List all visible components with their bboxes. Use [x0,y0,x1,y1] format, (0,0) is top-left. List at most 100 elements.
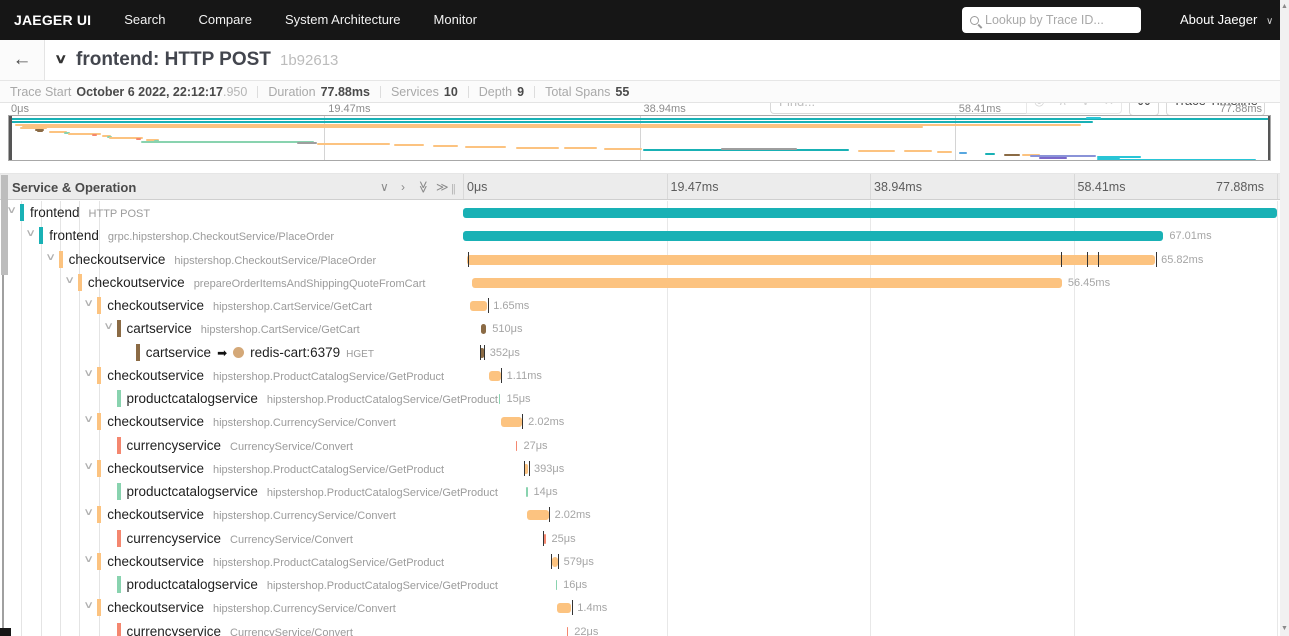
chevron-down-icon[interactable]: ∨ [64,275,75,286]
span-log-marker [528,460,530,476]
span-row[interactable]: ∨ checkoutservice hipstershop.CurrencyServ… [0,410,1280,433]
span-row[interactable]: ∨ checkoutservice hipstershop.CurrencyServ… [0,503,1280,526]
span-duration-bar[interactable] [489,370,501,381]
minimap-span [9,118,1270,120]
nav-link-compare[interactable]: Compare [198,12,251,27]
span-duration-bar[interactable] [463,208,1277,218]
span-duration-bar[interactable] [480,324,487,335]
span-row[interactable]: ∨ frontend grpc.hipstershop.CheckoutServic… [0,224,1280,247]
minimap-span [21,125,924,128]
collapse-all-icon[interactable]: ≫ [416,181,430,194]
nav-link-search[interactable]: Search [124,12,165,27]
span-duration-bar[interactable] [556,603,572,614]
service-name: productcatalogservice hipstershop.Product… [127,484,498,499]
span-duration-bar[interactable] [467,254,1156,265]
span-duration-bar[interactable] [498,394,501,404]
span-row[interactable]: ∨ checkoutservice hipstershop.CheckoutServ… [0,248,1280,271]
chevron-down-icon[interactable]: ∨ [83,298,94,309]
operation-name: hipstershop.CheckoutService/PlaceOrder [174,254,377,267]
trace-id-lookup [962,7,1141,33]
scroll-up-icon[interactable]: ▲ [1280,3,1289,10]
summary-label: Total Spans [545,84,611,99]
service-color-chip [116,436,121,454]
service-name-text: currencyservice [126,623,222,636]
trace-summary-bar: Trace Start October 6 2022, 22:12:17.950 D… [0,81,1280,103]
trace-id-lookup-input[interactable] [985,13,1133,27]
service-name-text: checkoutservice [107,414,204,430]
span-row[interactable]: currencyservice CurrencyService/Convert 27… [0,434,1280,457]
span-row[interactable]: ∨ checkoutservice hipstershop.CurrencyServ… [0,596,1280,619]
service-name: productcatalogservice hipstershop.Product… [127,391,498,406]
span-row[interactable]: ∨ frontend HTTP POST [0,201,1280,224]
span-row[interactable]: ∨ checkoutservice prepareOrderItemsAndShip… [0,271,1280,294]
service-name: checkoutservice hipstershop.ProductCatalo… [107,368,444,383]
trace-minimap[interactable] [8,115,1271,161]
expand-one-icon[interactable]: › [401,180,405,194]
span-row[interactable]: ∨ checkoutservice hipstershop.ProductCatal… [0,550,1280,573]
minimap-tick-label: 0μs [11,103,29,115]
chevron-down-icon[interactable]: ∨ [45,252,56,263]
span-duration-bar[interactable] [566,626,569,636]
span-duration-bar[interactable] [551,556,558,567]
span-duration-bar[interactable] [527,510,549,521]
span-duration-bar[interactable] [515,440,518,451]
operation-name: hipstershop.CartService/GetCart [200,324,360,337]
span-duration-bar[interactable] [463,231,1164,242]
span-log-marker [1155,251,1157,267]
back-button[interactable]: ← [0,40,45,80]
nav-link-system-architecture[interactable]: System Architecture [285,12,401,27]
span-row[interactable]: productcatalogservice hipstershop.Product… [0,480,1280,503]
operation-name: hipstershop.CurrencyService/Convert [212,603,396,616]
service-name: cartservice hipstershop.CartService/GetCa… [127,321,360,336]
span-log-marker [1098,251,1100,267]
span-row[interactable]: ∨ cartservice hipstershop.CartService/GetC… [0,317,1280,340]
chevron-down-icon[interactable]: ∨ [103,321,114,332]
service-color-chip [77,273,82,291]
span-duration-bar[interactable] [555,580,558,590]
span-log-marker [558,553,560,569]
span-duration-bar[interactable] [501,417,523,428]
span-duration-bar[interactable] [471,277,1062,288]
chevron-down-icon[interactable]: ∨ [83,600,94,611]
scrollbar-thumb[interactable] [1,175,8,275]
page-scrollbar[interactable]: ▲ ▼ [1280,0,1289,636]
collapse-trace-details-icon[interactable]: ∨ [54,51,67,67]
span-row[interactable]: currencyservice CurrencyService/Convert 25… [0,527,1280,550]
service-name-text: cartservice [145,344,212,360]
chevron-down-icon[interactable]: ∨ [83,414,94,425]
chevron-down-icon[interactable]: ∨ [83,461,94,472]
about-jaeger-label: About Jaeger [1180,12,1258,27]
nav-link-monitor[interactable]: Monitor [434,12,477,27]
expand-all-icon[interactable]: ≫ [436,180,449,194]
right-range-handle[interactable] [1267,116,1270,160]
chevron-down-icon[interactable]: ∨ [83,368,94,379]
span-row[interactable]: ∨ checkoutservice hipstershop.ProductCatal… [0,364,1280,387]
span-log-marker [500,367,502,383]
service-name: productcatalogservice hipstershop.Product… [127,577,498,592]
chevron-down-icon[interactable]: ∨ [25,228,36,239]
scroll-down-icon[interactable]: ▼ [1280,625,1289,632]
span-row[interactable]: cartservice ➡ redis-cart:6379 HGET 352μs [0,341,1280,364]
service-name: checkoutservice hipstershop.ProductCatalo… [107,461,444,476]
collapse-one-icon[interactable]: ∨ [380,180,389,194]
span-duration-bar[interactable] [526,487,528,497]
span-row[interactable]: currencyservice CurrencyService/Convert 22… [0,620,1280,636]
column-splitter[interactable]: || [451,183,456,195]
span-row[interactable]: productcatalogservice hipstershop.Product… [0,387,1280,410]
span-row[interactable]: ∨ checkoutservice hipstershop.CartService/… [0,294,1280,317]
left-range-handle[interactable] [9,116,12,160]
minimap-tick-label: 38.94ms [643,103,686,115]
span-row[interactable]: ∨ checkoutservice hipstershop.ProductCatal… [0,457,1280,480]
span-row[interactable]: productcatalogservice hipstershop.Product… [0,573,1280,596]
span-duration-bar[interactable] [470,301,488,311]
chevron-down-icon[interactable]: ∨ [83,554,94,565]
service-name-text: checkoutservice [107,553,204,569]
minimap-span [1097,157,1120,160]
minimap-span [136,138,142,140]
minimap-span [985,152,996,155]
jaeger-trace-page: JAEGER UI Search Compare System Architectu… [0,0,1289,636]
about-jaeger-menu[interactable]: About Jaeger ∨ [1180,12,1273,27]
app-logo[interactable]: JAEGER UI [14,12,91,28]
chevron-down-icon[interactable]: ∨ [83,507,94,518]
divider [257,85,259,98]
